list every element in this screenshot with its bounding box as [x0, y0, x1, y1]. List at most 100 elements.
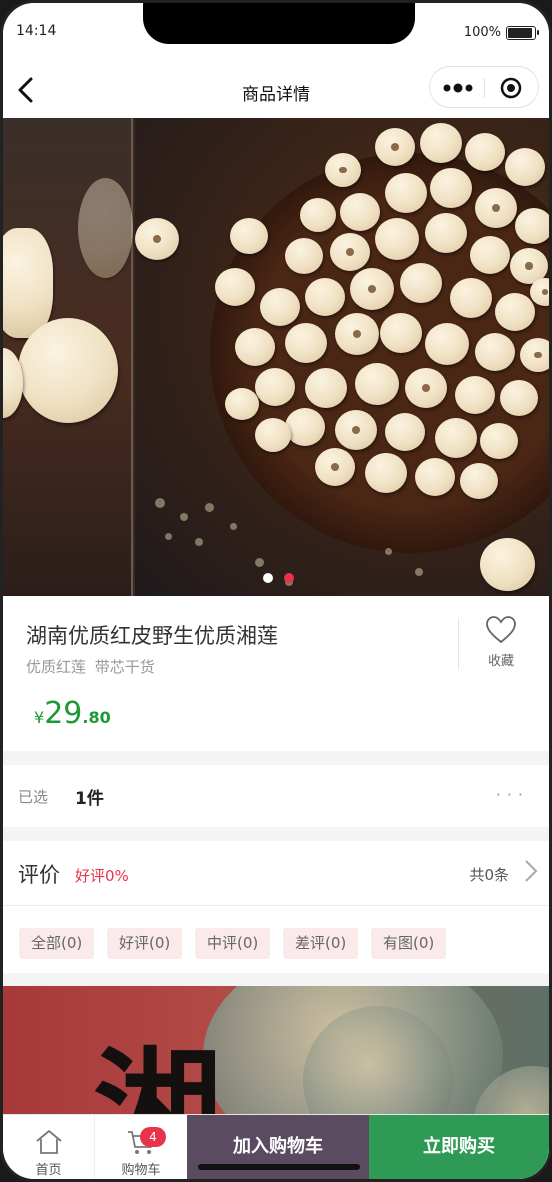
lotus-seed — [285, 238, 323, 274]
carousel-slide-previous — [3, 118, 133, 596]
fabric-pattern — [155, 498, 165, 508]
review-tag-all[interactable]: 全部(0) — [19, 928, 95, 959]
price-currency: ¥ — [34, 708, 45, 727]
lotus-seed — [420, 123, 462, 163]
lotus-seed — [305, 278, 345, 316]
lotus-seed — [465, 133, 505, 171]
lotus-seed — [505, 148, 545, 186]
price: ¥29.80 — [34, 696, 111, 731]
lotus-seed — [475, 188, 517, 228]
lotus-seed — [335, 313, 379, 355]
review-tag-negative[interactable]: 差评(0) — [283, 928, 359, 959]
home-indicator — [198, 1164, 360, 1170]
lotus-seed — [385, 413, 425, 451]
lotus-seed — [500, 380, 538, 416]
review-count-link[interactable]: 共0条 — [469, 864, 509, 885]
fabric-pattern — [230, 523, 237, 530]
lotus-seed — [335, 410, 377, 450]
fabric-pattern — [195, 538, 203, 546]
lotus-seed-image — [78, 178, 133, 278]
carousel-slide-current — [135, 118, 549, 596]
lotus-seed — [470, 236, 510, 274]
lotus-seed — [425, 323, 469, 365]
favorite-label: 收藏 — [487, 654, 514, 669]
lotus-seed — [375, 128, 415, 166]
favorite-button[interactable]: 收藏 — [473, 616, 529, 672]
lotus-seed — [400, 263, 442, 303]
lotus-seed — [515, 208, 549, 244]
lotus-seed — [225, 388, 259, 420]
lotus-seed — [260, 288, 300, 326]
product-info-card: 湖南优质红皮野生优质湘莲 优质红莲 带芯干货 收藏 ¥29.80 — [3, 596, 549, 751]
lotus-seed — [425, 213, 467, 253]
status-time: 14:14 — [16, 23, 57, 39]
buy-now-button[interactable]: 立即购买 — [369, 1115, 549, 1179]
spec-selection-row[interactable]: 已选 1件 ··· — [3, 765, 549, 827]
carousel-dot-active[interactable] — [284, 573, 294, 583]
cart-count-badge: 4 — [140, 1127, 166, 1147]
product-title: 湖南优质红皮野生优质湘莲 — [26, 624, 278, 648]
capsule-divider — [484, 78, 485, 98]
lotus-seed — [330, 233, 370, 271]
lotus-seed — [305, 368, 347, 408]
review-tag-with-images[interactable]: 有图(0) — [371, 928, 447, 959]
divider — [458, 618, 459, 670]
cart-label: 购物车 — [121, 1163, 161, 1178]
lotus-seed — [480, 423, 518, 459]
lotus-seed — [325, 153, 361, 187]
lotus-seed — [495, 293, 535, 331]
mini-program-capsule — [429, 66, 539, 108]
lotus-seed-image — [3, 228, 53, 338]
close-miniprogram-icon[interactable] — [500, 77, 522, 99]
lotus-seed — [285, 408, 325, 446]
lotus-seed — [460, 463, 498, 499]
price-integer: 29 — [44, 696, 83, 731]
review-tag-neutral[interactable]: 中评(0) — [195, 928, 271, 959]
nav-bar: 商品详情 — [3, 61, 549, 118]
lotus-seed — [235, 328, 275, 366]
selection-value: 1件 — [75, 789, 104, 809]
review-section: 评价 好评0% 共0条 全部(0) 好评(0) 中评(0) 差评(0) 有图(0… — [3, 841, 549, 973]
review-tag-positive[interactable]: 好评(0) — [107, 928, 183, 959]
cart-tab[interactable]: 购物车 4 — [95, 1115, 187, 1179]
fabric-pattern — [205, 503, 214, 512]
fabric-pattern — [165, 533, 172, 540]
review-title: 评价 — [18, 863, 60, 887]
more-icon[interactable] — [442, 81, 474, 95]
lotus-seed — [380, 313, 422, 353]
lotus-seed — [285, 323, 327, 363]
good-rate: 好评0% — [75, 867, 129, 885]
product-subtitle: 优质红莲 带芯干货 — [26, 658, 155, 676]
chevron-right-icon[interactable] — [523, 858, 539, 884]
lotus-seed — [385, 173, 427, 213]
lotus-seed — [340, 193, 380, 231]
lotus-seed — [215, 268, 255, 306]
lotus-seed — [255, 418, 291, 452]
home-tab[interactable]: 首页 — [3, 1115, 95, 1179]
add-to-cart-button[interactable]: 加入购物车 — [187, 1115, 369, 1179]
lotus-seed — [520, 338, 549, 372]
heart-icon — [486, 616, 516, 644]
lotus-seed — [355, 363, 399, 405]
lotus-seed — [450, 278, 492, 318]
home-icon — [35, 1130, 62, 1154]
bottom-action-bar: 首页 购物车 4 加入购物车 立即购买 — [3, 1114, 549, 1179]
selection-label: 已选 — [18, 788, 49, 806]
carousel-dot[interactable] — [263, 573, 273, 583]
lotus-seed — [415, 458, 455, 496]
price-decimal: .80 — [82, 708, 111, 727]
lotus-seed — [405, 368, 447, 408]
battery-icon — [506, 26, 539, 40]
home-label: 首页 — [35, 1163, 62, 1178]
lotus-seed — [230, 218, 268, 254]
lotus-seed — [365, 453, 407, 493]
lotus-seed-image — [18, 318, 118, 423]
divider — [3, 905, 549, 906]
lotus-seed — [375, 218, 419, 260]
product-image-carousel[interactable] — [3, 118, 549, 596]
fabric-pattern — [180, 513, 188, 521]
camera-notch — [143, 3, 415, 44]
lotus-seed — [135, 218, 179, 260]
lotus-seed — [455, 376, 495, 414]
carousel-indicator — [263, 573, 303, 585]
